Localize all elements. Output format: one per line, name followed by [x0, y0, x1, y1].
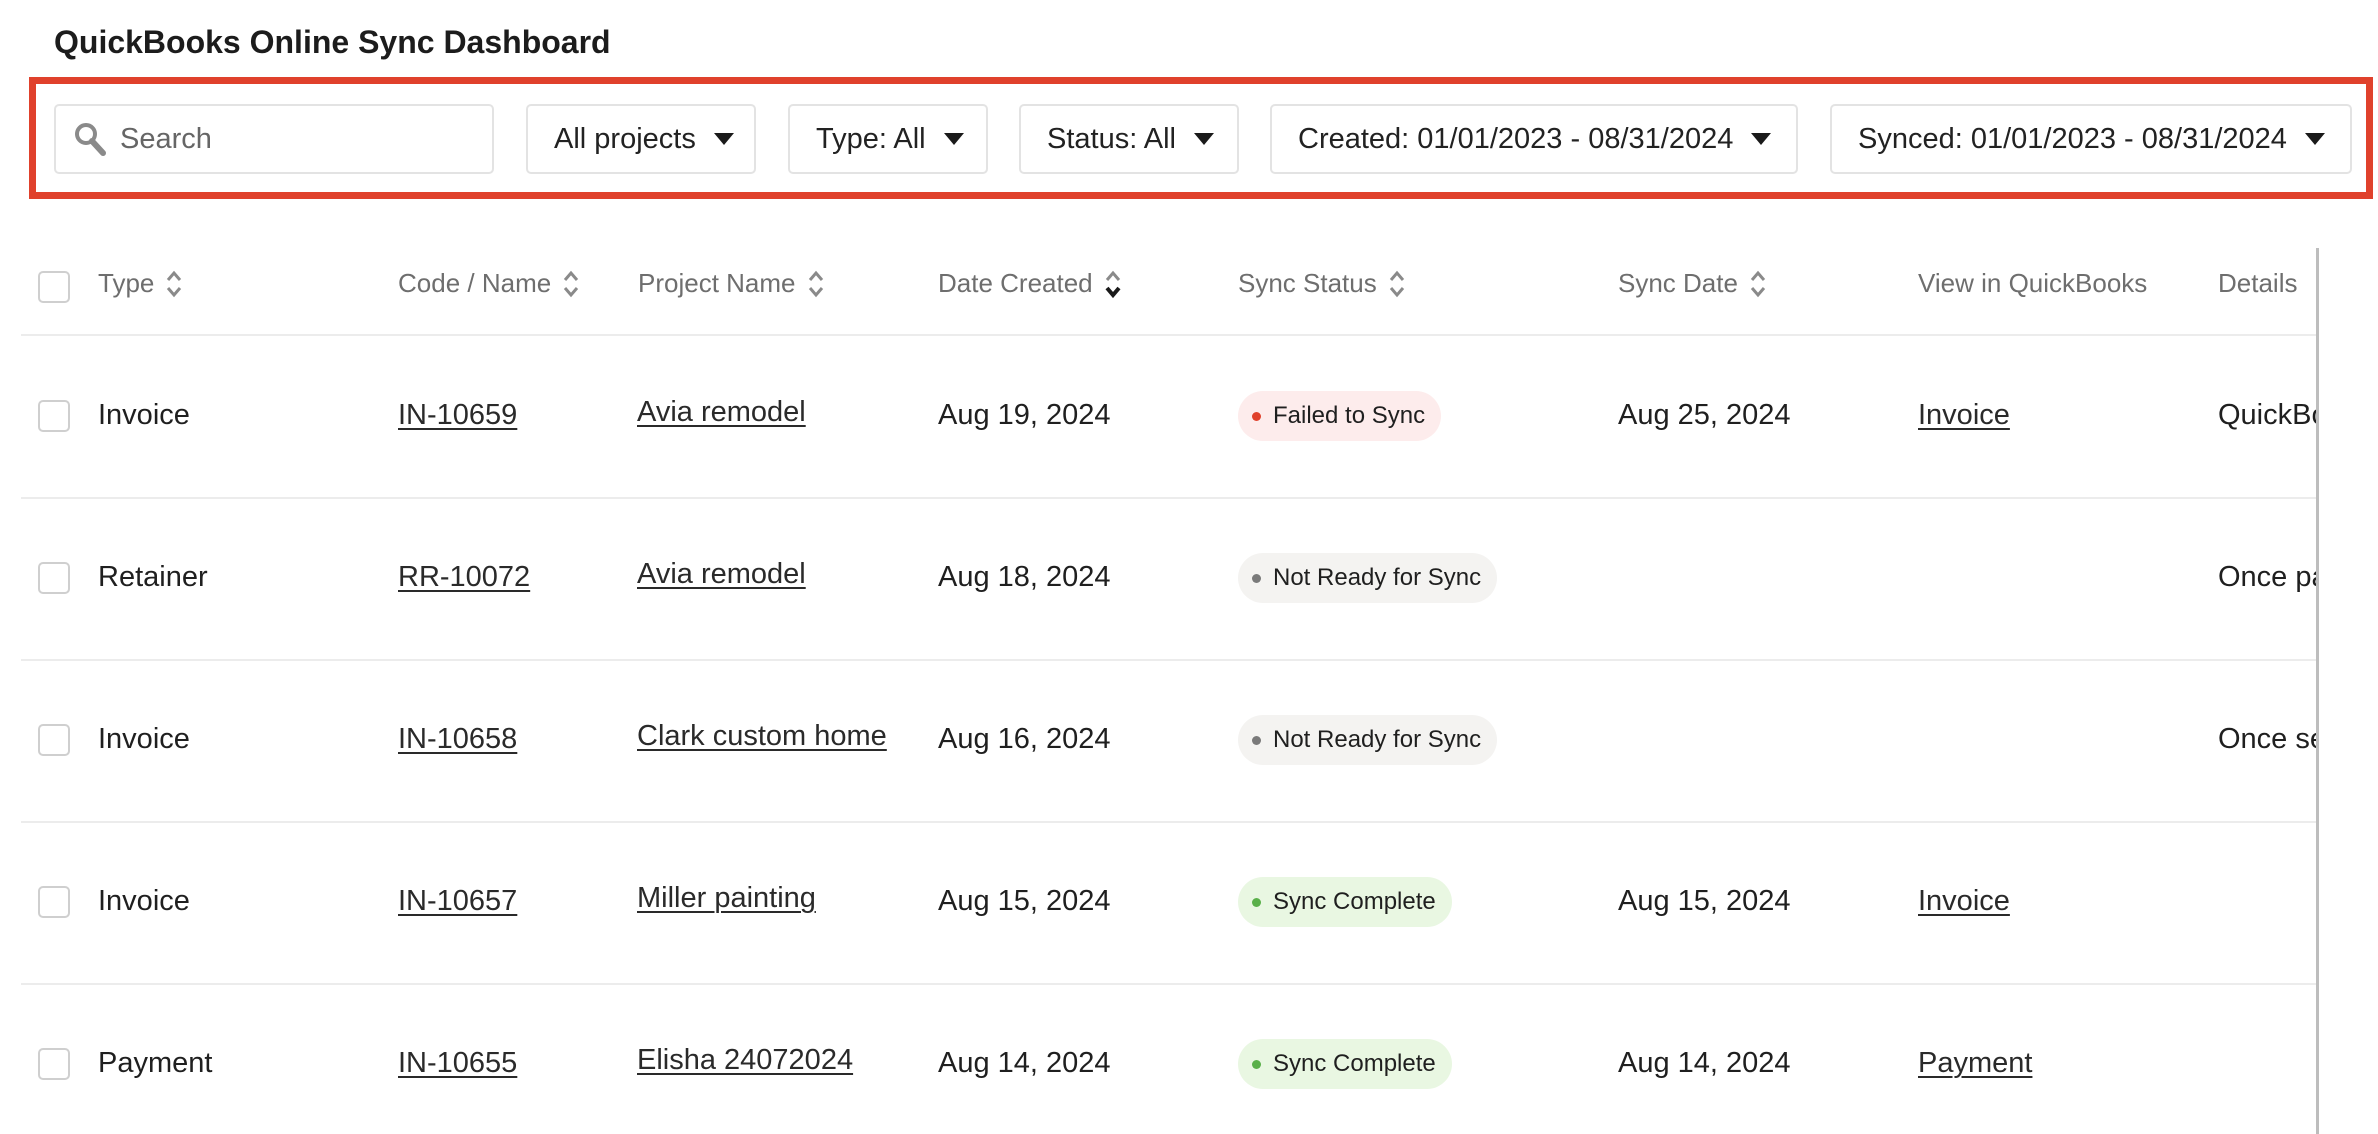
column-header-view-in-quickbooks: View in QuickBooks	[1918, 268, 2147, 299]
row-code-link[interactable]: IN-10658	[398, 723, 517, 756]
column-header-label: Type	[98, 268, 155, 298]
sync-status-badge: Sync Complete	[1238, 877, 1452, 927]
row-project-link[interactable]: Avia remodel	[637, 396, 806, 429]
sync-status-label: Not Ready for Sync	[1273, 564, 1482, 591]
sort-icon	[1750, 270, 1766, 297]
view-in-quickbooks-link[interactable]: Invoice	[1918, 885, 2010, 918]
sync-status-label: Sync Complete	[1273, 888, 1436, 915]
row-sync-date: Aug 14, 2024	[1618, 1047, 1791, 1079]
sync-status-badge: Sync Complete	[1238, 1039, 1452, 1089]
row-date-created: Aug 16, 2024	[938, 723, 1111, 755]
column-header-code-name[interactable]: Code / Name	[398, 268, 579, 299]
status-dot-icon	[1252, 735, 1261, 745]
caret-down-icon	[713, 133, 734, 145]
column-header-date-created[interactable]: Date Created	[938, 268, 1121, 299]
caret-down-icon	[2304, 133, 2325, 145]
table-scroll-edge	[2316, 248, 2319, 1134]
sync-status-label: Sync Complete	[1273, 1050, 1436, 1077]
search-box[interactable]	[54, 104, 494, 174]
created-date-filter-dropdown[interactable]: Created: 01/01/2023 - 08/31/2024	[1270, 104, 1798, 174]
row-code-link[interactable]: RR-10072	[398, 561, 530, 594]
row-details: Once pa	[2218, 561, 2316, 593]
row-date-created: Aug 19, 2024	[938, 399, 1111, 431]
row-divider	[21, 659, 2316, 661]
synced-date-filter-label: Synced: 01/01/2023 - 08/31/2024	[1858, 122, 2287, 155]
sync-status-badge: Failed to Sync	[1238, 391, 1442, 441]
row-divider	[21, 983, 2316, 985]
row-details: QuickBo	[2218, 399, 2316, 431]
status-dot-icon	[1252, 411, 1261, 421]
caret-down-icon	[943, 133, 964, 145]
row-type: Retainer	[98, 561, 208, 593]
type-filter-label: Type: All	[816, 122, 926, 155]
sync-status-badge: Not Ready for Sync	[1238, 715, 1498, 765]
caret-down-icon	[1751, 133, 1772, 145]
row-type: Payment	[98, 1047, 213, 1079]
row-sync-date: Aug 15, 2024	[1618, 885, 1791, 917]
row-type: Invoice	[98, 399, 190, 431]
select-all-checkbox[interactable]	[38, 271, 70, 303]
column-header-label: View in QuickBooks	[1918, 268, 2148, 298]
sort-descending-icon	[1105, 270, 1121, 298]
column-header-label: Project Name	[638, 268, 796, 298]
column-header-label: Sync Status	[1238, 268, 1377, 298]
row-checkbox[interactable]	[38, 562, 70, 594]
row-divider	[21, 334, 2316, 336]
status-filter-dropdown[interactable]: Status: All	[1019, 104, 1239, 174]
row-checkbox[interactable]	[38, 400, 70, 432]
row-code-link[interactable]: IN-10655	[398, 1047, 517, 1080]
status-dot-icon	[1252, 897, 1261, 907]
column-header-label: Sync Date	[1618, 268, 1738, 298]
view-in-quickbooks-link[interactable]: Invoice	[1918, 399, 2010, 432]
row-divider	[21, 497, 2316, 499]
row-code-link[interactable]: IN-10659	[398, 399, 517, 432]
row-project-link[interactable]: Avia remodel	[637, 558, 806, 591]
sort-icon	[1389, 270, 1404, 297]
synced-date-filter-dropdown[interactable]: Synced: 01/01/2023 - 08/31/2024	[1830, 104, 2352, 174]
row-type: Invoice	[98, 885, 190, 917]
row-date-created: Aug 15, 2024	[938, 885, 1111, 917]
column-header-details: Details	[2218, 268, 2297, 299]
status-dot-icon	[1252, 573, 1261, 583]
column-header-sync-date[interactable]: Sync Date	[1618, 268, 1766, 299]
row-code-link[interactable]: IN-10657	[398, 885, 517, 918]
status-filter-label: Status: All	[1047, 122, 1176, 155]
row-date-created: Aug 18, 2024	[938, 561, 1111, 593]
page-title: QuickBooks Online Sync Dashboard	[54, 24, 611, 60]
sort-icon	[167, 270, 182, 297]
sort-icon	[808, 270, 823, 297]
column-header-label: Details	[2218, 268, 2298, 298]
search-input[interactable]	[120, 122, 440, 156]
search-icon	[74, 122, 106, 156]
sync-status-label: Failed to Sync	[1273, 402, 1426, 429]
created-date-filter-label: Created: 01/01/2023 - 08/31/2024	[1298, 122, 1734, 155]
row-checkbox[interactable]	[38, 886, 70, 918]
row-checkbox[interactable]	[38, 1048, 70, 1080]
caret-down-icon	[1193, 133, 1214, 145]
column-header-type[interactable]: Type	[98, 268, 182, 299]
view-in-quickbooks-link[interactable]: Payment	[1918, 1047, 2032, 1080]
row-project-link[interactable]: Miller painting	[637, 882, 816, 915]
row-project-link[interactable]: Clark custom home	[637, 720, 887, 753]
column-header-sync-status[interactable]: Sync Status	[1238, 268, 1405, 299]
status-dot-icon	[1252, 1059, 1261, 1069]
type-filter-dropdown[interactable]: Type: All	[788, 104, 988, 174]
row-details: Once se	[2218, 723, 2316, 755]
row-type: Invoice	[98, 723, 190, 755]
column-header-label: Code / Name	[398, 268, 552, 298]
row-checkbox[interactable]	[38, 724, 70, 756]
sort-icon	[564, 270, 579, 297]
column-header-project-name[interactable]: Project Name	[638, 268, 824, 299]
projects-filter-dropdown[interactable]: All projects	[526, 104, 756, 174]
row-sync-date: Aug 25, 2024	[1618, 399, 1791, 431]
row-project-link[interactable]: Elisha 24072024	[637, 1044, 853, 1077]
column-header-label: Date Created	[938, 268, 1093, 298]
row-date-created: Aug 14, 2024	[938, 1047, 1111, 1079]
sync-status-label: Not Ready for Sync	[1273, 726, 1482, 753]
row-divider	[21, 821, 2316, 823]
projects-filter-label: All projects	[554, 122, 696, 155]
sync-status-badge: Not Ready for Sync	[1238, 553, 1498, 603]
